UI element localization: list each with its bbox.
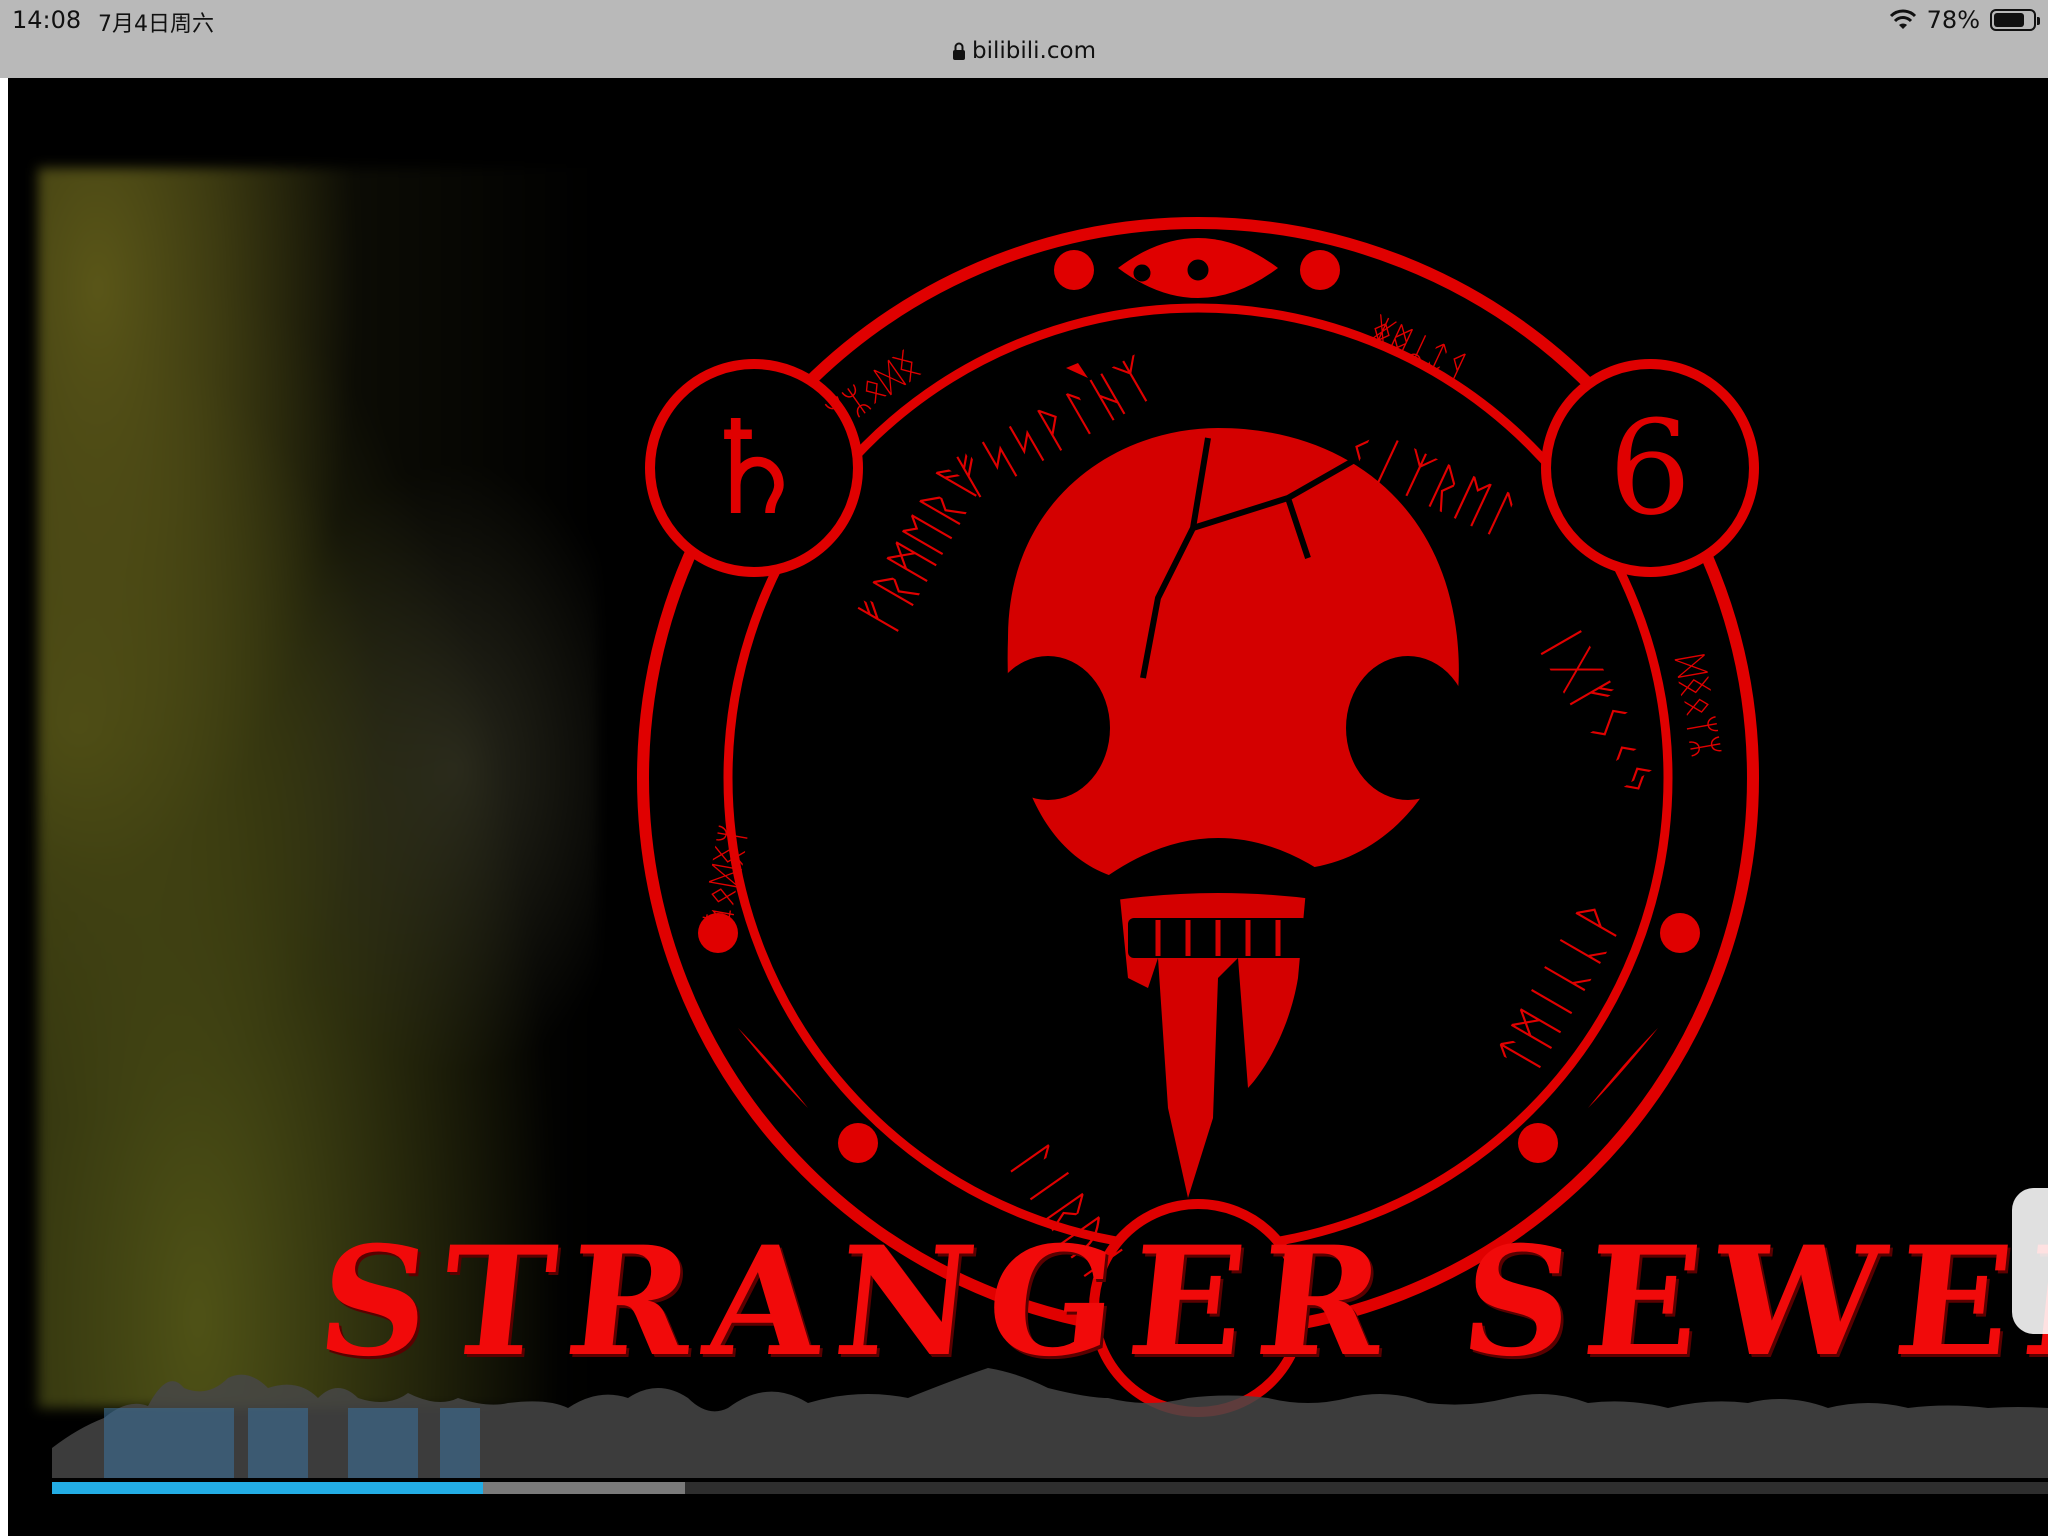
url-text: bilibili.com xyxy=(972,38,1096,64)
skull xyxy=(1007,428,1459,1198)
wifi-icon xyxy=(1889,9,1916,29)
svg-text:ᛞᛝᛟᛘᛯ: ᛞᛝᛟᛘᛯ xyxy=(1669,653,1726,760)
side-panel-handle[interactable] xyxy=(2012,1188,2048,1334)
address-bar[interactable]: bilibili.com xyxy=(0,38,2048,64)
progress-bar[interactable] xyxy=(52,1482,2048,1494)
status-time: 14:08 xyxy=(12,6,82,34)
battery-percent: 78% xyxy=(1926,6,1980,34)
saturn-glyph: ♄ xyxy=(696,392,813,544)
status-date: 7月4日周六 xyxy=(98,12,214,37)
lock-icon xyxy=(953,42,965,60)
swirl-glyph: 6 xyxy=(1609,392,1692,544)
video-title-art: STRANGER SEWERS xyxy=(310,1214,2048,1390)
svg-text:ᛏᛗᛁᚳᚳᚹ: ᛏᛗᛁᚳᚳᚹ xyxy=(1487,892,1633,1084)
status-bar: 14:08 7月4日周六 78% bilibili.com xyxy=(0,0,2048,78)
status-right: 78% xyxy=(1889,6,2040,34)
svg-text:ᛤᛥᛦᛨᛩ: ᛤᛥᛦᛨᛩ xyxy=(1364,310,1473,389)
battery-icon xyxy=(1990,9,2040,31)
progress-played xyxy=(52,1482,484,1494)
video-player[interactable]: ♄ 6 ᚠᚱᛗᛖᚱᚨ ᚠᛋᛋᚹᛚᚺᛉ ᚲᛁᛉᚱᛖᛚ ᛁᚷᚠᛊᚲᛃ ᛏᛗᛁᚳᚳᚹ … xyxy=(8,78,2048,1536)
